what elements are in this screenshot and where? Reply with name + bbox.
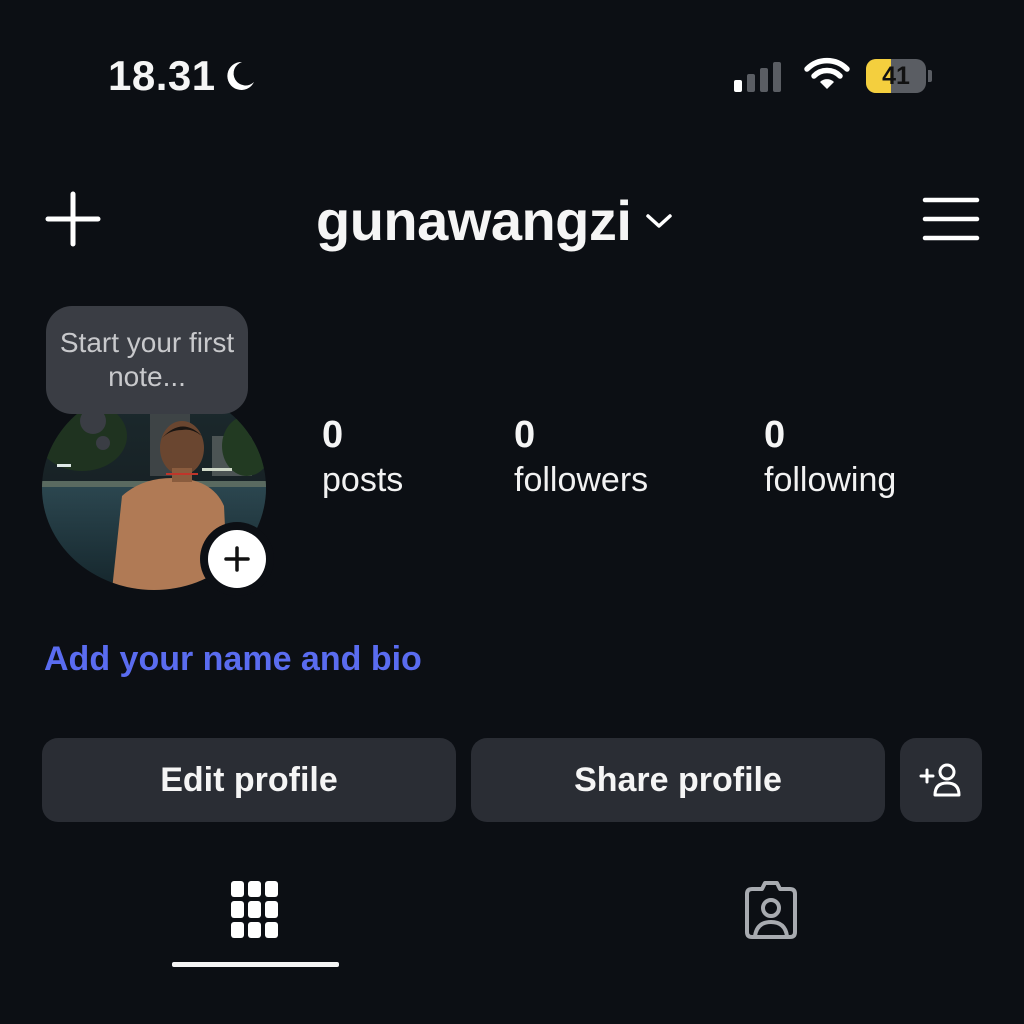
add-person-icon bbox=[919, 763, 961, 797]
username-switcher[interactable]: gunawangzi bbox=[316, 188, 673, 253]
create-plus-icon[interactable] bbox=[44, 190, 102, 248]
following-count: 0 bbox=[764, 414, 786, 456]
grid-icon bbox=[231, 881, 278, 938]
note-bubble-tail-small bbox=[96, 436, 110, 450]
followers-count: 0 bbox=[514, 414, 536, 456]
wifi-icon bbox=[804, 57, 850, 89]
note-text: Start your first note... bbox=[59, 327, 235, 392]
edit-profile-button[interactable]: Edit profile bbox=[42, 738, 456, 822]
following-label: following bbox=[764, 461, 897, 499]
tab-posts-grid[interactable] bbox=[172, 870, 338, 950]
moon-icon bbox=[226, 61, 254, 90]
stat-posts[interactable]: 0 posts bbox=[322, 412, 403, 502]
username: gunawangzi bbox=[316, 189, 632, 252]
status-time: 18.31 bbox=[108, 52, 258, 100]
posts-count: 0 bbox=[322, 414, 344, 456]
plus-icon bbox=[224, 546, 250, 572]
note-bubble[interactable]: Start your first note... bbox=[46, 306, 248, 414]
chevron-down-icon bbox=[646, 213, 673, 228]
status-time-text: 18.31 bbox=[108, 52, 216, 99]
followers-label: followers bbox=[514, 461, 649, 499]
stat-following[interactable]: 0 following bbox=[764, 412, 896, 502]
add-story-button[interactable] bbox=[200, 522, 274, 596]
battery-indicator: 41 bbox=[866, 59, 932, 93]
tab-tagged[interactable] bbox=[688, 870, 854, 950]
active-tab-indicator bbox=[172, 962, 339, 967]
posts-label: posts bbox=[322, 461, 404, 499]
battery-percent: 41 bbox=[882, 61, 910, 90]
cellular-signal-icon bbox=[734, 60, 781, 92]
add-name-bio-link[interactable]: Add your name and bio bbox=[44, 640, 422, 679]
share-profile-button[interactable]: Share profile bbox=[471, 738, 885, 822]
discover-people-button[interactable] bbox=[900, 738, 982, 822]
stat-followers[interactable]: 0 followers bbox=[514, 412, 648, 502]
tagged-person-icon bbox=[745, 881, 797, 939]
hamburger-menu-icon[interactable] bbox=[922, 196, 980, 242]
